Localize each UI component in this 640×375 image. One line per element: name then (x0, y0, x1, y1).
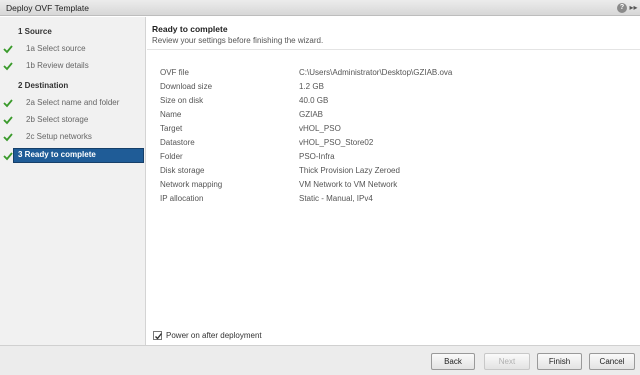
settings-value: Thick Provision Lazy Zeroed (299, 166, 400, 175)
settings-row: Datastore vHOL_PSO_Store02 (160, 138, 630, 150)
settings-value: PSO-Infra (299, 152, 335, 161)
window-title: Deploy OVF Template (6, 3, 89, 13)
page-title: Ready to complete (152, 24, 228, 34)
settings-label: Folder (160, 152, 183, 161)
step-label: 2a Select name and folder (26, 98, 120, 107)
settings-value: 1.2 GB (299, 82, 324, 91)
wizard-footer: Back Next Finish Cancel (0, 345, 640, 375)
help-icon[interactable]: ? (617, 3, 627, 13)
next-button[interactable]: Next (484, 353, 530, 370)
checkmark-icon (3, 116, 13, 125)
settings-label: Datastore (160, 138, 195, 147)
step-label: 1b Review details (26, 61, 89, 70)
settings-value: 40.0 GB (299, 96, 329, 105)
settings-value: Static - Manual, IPv4 (299, 194, 373, 203)
settings-row: Network mapping VM Network to VM Network (160, 180, 630, 192)
wizard-steps-sidebar: 1 Source 1a Select source 1b Review deta… (0, 17, 146, 345)
settings-row: Disk storage Thick Provision Lazy Zeroed (160, 166, 630, 178)
step-label: 2 Destination (18, 81, 69, 90)
settings-row: OVF file C:\Users\Administrator\Desktop\… (160, 68, 630, 80)
settings-value: C:\Users\Administrator\Desktop\GZIAB.ova (299, 68, 453, 77)
settings-value: GZIAB (299, 110, 324, 119)
settings-value: vHOL_PSO_Store02 (299, 138, 374, 147)
settings-row: IP allocation Static - Manual, IPv4 (160, 194, 630, 206)
back-button[interactable]: Back (431, 353, 475, 370)
power-on-checkbox[interactable] (153, 331, 163, 340)
settings-label: Size on disk (160, 96, 204, 105)
step-label: 1 Source (18, 27, 52, 36)
step-setup-networks[interactable]: 2c Setup networks (0, 130, 144, 145)
checkmark-icon (3, 133, 13, 142)
settings-row: Download size 1.2 GB (160, 82, 630, 94)
step-label: 1a Select source (26, 44, 86, 53)
expand-icon[interactable]: ▸▸ (628, 2, 639, 13)
settings-row: Folder PSO-Infra (160, 152, 630, 164)
settings-label: OVF file (160, 68, 189, 77)
checkmark-icon (3, 99, 13, 108)
settings-label: Target (160, 124, 183, 133)
step-destination[interactable]: 2 Destination (0, 79, 144, 94)
checkmark-icon (3, 45, 13, 54)
settings-label: Download size (160, 82, 213, 91)
power-on-label[interactable]: Power on after deployment (166, 331, 262, 340)
settings-row: Target vHOL_PSO (160, 124, 630, 136)
checkmark-icon (155, 333, 163, 340)
checkmark-icon (3, 62, 13, 71)
step-ready-to-complete[interactable]: 3 Ready to complete (13, 148, 144, 163)
settings-row: Name GZIAB (160, 110, 630, 122)
window-titlebar: Deploy OVF Template ? ▸▸ (0, 0, 640, 16)
step-review-details[interactable]: 1b Review details (0, 59, 144, 74)
page-subtitle: Review your settings before finishing th… (152, 36, 324, 45)
settings-label: Network mapping (160, 180, 223, 189)
settings-value: vHOL_PSO (299, 124, 341, 133)
step-label: 2c Setup networks (26, 132, 92, 141)
checkmark-icon (3, 152, 13, 161)
main-content: Ready to complete Review your settings b… (147, 17, 640, 345)
settings-label: IP allocation (160, 194, 204, 203)
step-label: 2b Select storage (26, 115, 89, 124)
settings-label: Disk storage (160, 166, 205, 175)
settings-row: Size on disk 40.0 GB (160, 96, 630, 108)
cancel-button[interactable]: Cancel (589, 353, 635, 370)
finish-button[interactable]: Finish (537, 353, 582, 370)
step-select-source[interactable]: 1a Select source (0, 42, 144, 57)
step-select-name-folder[interactable]: 2a Select name and folder (0, 96, 144, 111)
step-select-storage[interactable]: 2b Select storage (0, 113, 144, 128)
page-header: Ready to complete Review your settings b… (147, 17, 640, 50)
step-label: 3 Ready to complete (18, 150, 96, 159)
settings-value: VM Network to VM Network (299, 180, 398, 189)
settings-label: Name (160, 110, 182, 119)
step-source[interactable]: 1 Source (0, 25, 144, 40)
